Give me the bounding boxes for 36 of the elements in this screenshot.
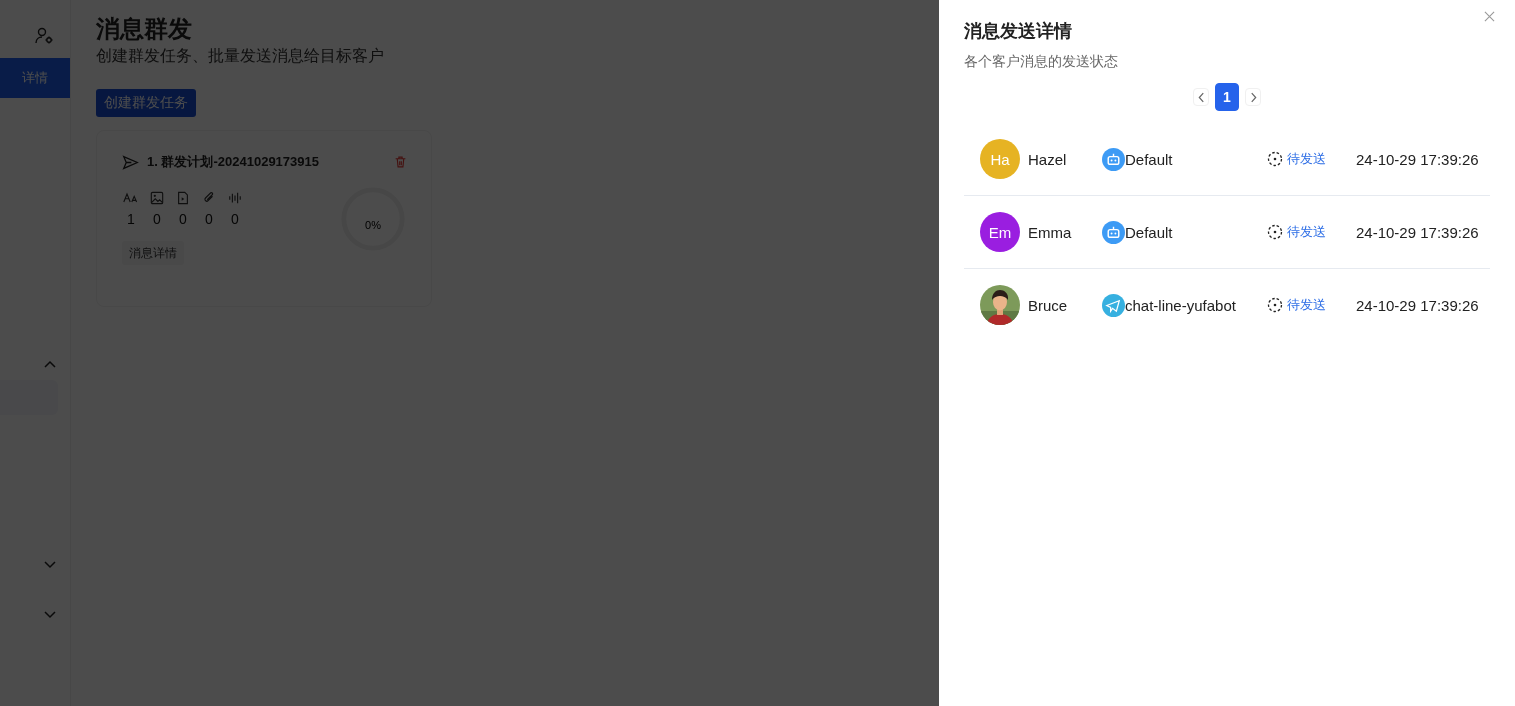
status-text: 待发送 <box>1287 296 1326 314</box>
customer-name: Emma <box>1028 223 1073 241</box>
pending-icon <box>1267 151 1283 167</box>
status-text: 待发送 <box>1287 150 1326 168</box>
status-text: 待发送 <box>1287 223 1326 241</box>
count-value: 0 <box>231 211 239 227</box>
page-title: 消息群发 <box>96 14 192 44</box>
task-title: 1. 群发计划-20241029173915 <box>147 153 320 171</box>
send-time: 24-10-29 17:39:26 <box>1356 296 1479 314</box>
customer-name: Hazel <box>1028 150 1068 168</box>
close-icon[interactable] <box>1484 11 1495 22</box>
drawer-title: 消息发送详情 <box>964 20 1073 43</box>
avatar: Ha <box>980 139 1020 179</box>
pending-icon <box>1267 224 1283 240</box>
count-value: 0 <box>205 211 213 227</box>
pending-icon <box>1267 297 1283 313</box>
robot-icon <box>1102 220 1125 244</box>
drawer-subtitle: 各个客户消息的发送状态 <box>964 53 1119 71</box>
chevron-left-icon <box>1197 91 1205 103</box>
page-button[interactable]: 1 <box>1215 83 1239 111</box>
count-value: 0 <box>153 211 161 227</box>
send-time: 24-10-29 17:39:26 <box>1356 150 1479 168</box>
channel-name: Default <box>1125 150 1173 168</box>
previous-page-button[interactable] <box>1193 88 1209 106</box>
send-time: 24-10-29 17:39:26 <box>1356 223 1479 241</box>
count-value: 1 <box>127 211 135 227</box>
next-page-button[interactable] <box>1245 88 1261 106</box>
progress-ring: 0% <box>339 185 407 253</box>
channel-name: chat-line-yufabot <box>1125 296 1236 314</box>
channel-name: Default <box>1125 223 1173 241</box>
count-value: 0 <box>179 211 187 227</box>
chevron-right-icon <box>1249 91 1257 103</box>
paper-plane-icon <box>1102 293 1125 317</box>
avatar: Em <box>980 212 1020 252</box>
customer-name: Bruce <box>1028 296 1069 314</box>
robot-icon <box>1102 147 1125 171</box>
